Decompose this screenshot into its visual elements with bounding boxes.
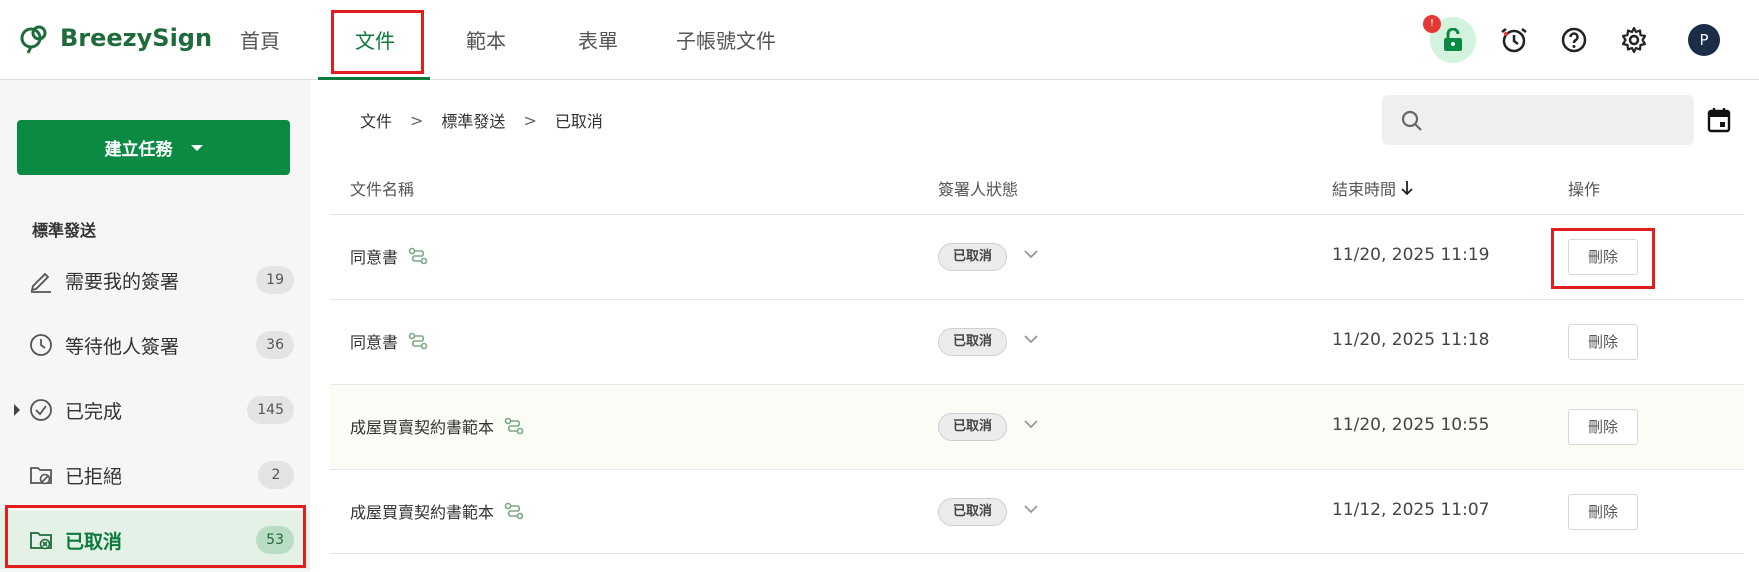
workflow-icon: [408, 332, 428, 350]
create-task-button[interactable]: 建立任務: [17, 120, 290, 175]
history-button[interactable]: [1494, 20, 1534, 60]
status-badge: 已取消: [938, 413, 1008, 441]
count-badge: 53: [256, 526, 294, 554]
delete-button[interactable]: 刪除: [1568, 239, 1638, 275]
document-name-cell[interactable]: 成屋買賣契約書範本: [350, 499, 524, 523]
end-time: 11/12, 2025 11:07: [1332, 500, 1490, 520]
clock-icon: [30, 334, 52, 356]
status-badge: 已取消: [938, 328, 1008, 356]
document-name: 同意書: [350, 248, 399, 267]
end-time: 11/20, 2025 11:18: [1332, 330, 1490, 350]
count-badge: 19: [256, 266, 294, 294]
column-header-label: 結束時間: [1332, 180, 1397, 199]
breadcrumb-item[interactable]: 標準發送: [441, 108, 505, 132]
sort-down-icon: [1401, 181, 1413, 196]
nav-forms[interactable]: 表單: [578, 26, 618, 56]
breadcrumb-item[interactable]: 文件: [360, 108, 392, 132]
sidebar-section-heading: 標準發送: [32, 221, 97, 240]
sidebar-item-completed[interactable]: 已完成 145: [0, 381, 310, 439]
nav-templates[interactable]: 範本: [466, 26, 506, 56]
count-badge: 2: [258, 461, 294, 489]
search-input[interactable]: [1382, 95, 1694, 145]
chevron-down-icon[interactable]: [1024, 419, 1038, 429]
status-badge: 已取消: [938, 243, 1008, 271]
folder-reject-icon: [30, 467, 52, 485]
workflow-icon: [504, 417, 524, 435]
column-header-action: 操作: [1568, 180, 1601, 199]
sidebar: 建立任務 標準發送 需要我的簽署 19 等待他人簽署 36 已完成 145 已拒…: [0, 80, 310, 572]
document-name: 成屋買賣契約書範本: [350, 503, 495, 522]
sidebar-item-label: 已取消: [65, 530, 123, 553]
delete-button[interactable]: 刪除: [1568, 409, 1638, 445]
workflow-icon: [408, 247, 428, 265]
column-header-end-time[interactable]: 結束時間: [1332, 176, 1414, 200]
table-row[interactable]: 成屋買賣契約書範本 已取消 11/20, 2025 10:55 刪除: [330, 384, 1744, 469]
logo-icon: [20, 25, 47, 54]
table-row[interactable]: 成屋買賣契約書範本 已取消 11/12, 2025 11:07 刪除: [330, 469, 1744, 554]
help-button[interactable]: [1554, 20, 1594, 60]
sidebar-item-label: 等待他人簽署: [65, 335, 180, 358]
chevron-down-icon[interactable]: [1024, 504, 1038, 514]
column-header-status: 簽署人狀態: [938, 180, 1019, 199]
end-time: 11/20, 2025 11:19: [1332, 245, 1490, 265]
count-badge: 36: [256, 331, 294, 359]
sidebar-item-need-my-signature[interactable]: 需要我的簽署 19: [0, 251, 310, 309]
logo[interactable]: BreezySign: [18, 22, 212, 54]
folder-cancel-icon: [30, 532, 52, 550]
nav-active-indicator: [318, 77, 430, 80]
document-name-cell[interactable]: 同意書: [350, 329, 428, 353]
document-name-cell[interactable]: 成屋買賣契約書範本: [350, 414, 524, 438]
workflow-icon: [504, 502, 524, 520]
history-icon: [1501, 28, 1527, 53]
expand-arrow-icon[interactable]: [14, 404, 20, 416]
chevron-down-icon: [190, 144, 203, 151]
sidebar-item-cancelled[interactable]: 已取消 53: [0, 511, 310, 569]
sidebar-item-rejected[interactable]: 已拒絕 2: [0, 446, 310, 504]
top-header: BreezySign 首頁 文件 範本 表單 子帳號文件 ! P: [0, 0, 1759, 80]
nav-subaccount-docs[interactable]: 子帳號文件: [676, 26, 776, 56]
table-row[interactable]: 同意書 已取消 11/20, 2025 11:19 刪除: [330, 214, 1744, 299]
breadcrumb-separator: >: [410, 110, 424, 130]
document-name: 同意書: [350, 333, 399, 352]
logo-text: BreezySign: [60, 24, 213, 52]
delete-button[interactable]: 刪除: [1568, 494, 1638, 530]
delete-button[interactable]: 刪除: [1568, 324, 1638, 360]
chevron-down-icon[interactable]: [1024, 249, 1038, 259]
count-badge: 145: [247, 396, 294, 424]
settings-button[interactable]: [1614, 20, 1654, 60]
check-circle-icon: [30, 399, 52, 421]
help-icon: [1561, 27, 1587, 53]
chevron-down-icon[interactable]: [1024, 334, 1038, 344]
create-task-label: 建立任務: [104, 140, 173, 160]
sidebar-item-label: 需要我的簽署: [65, 270, 180, 293]
column-header-name: 文件名稱: [350, 180, 415, 199]
status-badge: 已取消: [938, 498, 1008, 526]
notification-badge: !: [1423, 15, 1441, 33]
document-name-cell[interactable]: 同意書: [350, 244, 428, 268]
breadcrumb-item: 已取消: [554, 112, 603, 131]
calendar-icon[interactable]: [1707, 107, 1731, 133]
search-icon: [1401, 110, 1422, 131]
sidebar-item-label: 已拒絕: [65, 465, 123, 488]
document-name: 成屋買賣契約書範本: [350, 418, 495, 437]
gear-icon: [1621, 26, 1647, 54]
nav-documents[interactable]: 文件: [355, 26, 395, 56]
lock-icon: [1444, 28, 1462, 51]
table-row[interactable]: 同意書 已取消 11/20, 2025 11:18 刪除: [330, 299, 1744, 384]
pen-icon: [30, 272, 51, 293]
sidebar-item-label: 已完成: [65, 400, 123, 423]
breadcrumb-separator: >: [523, 110, 537, 130]
sidebar-item-waiting-others[interactable]: 等待他人簽署 36: [0, 316, 310, 374]
nav-home[interactable]: 首頁: [240, 26, 280, 56]
end-time: 11/20, 2025 10:55: [1332, 415, 1490, 435]
breadcrumb: 文件 > 標準發送 > 已取消: [360, 108, 603, 132]
avatar[interactable]: P: [1688, 24, 1720, 56]
